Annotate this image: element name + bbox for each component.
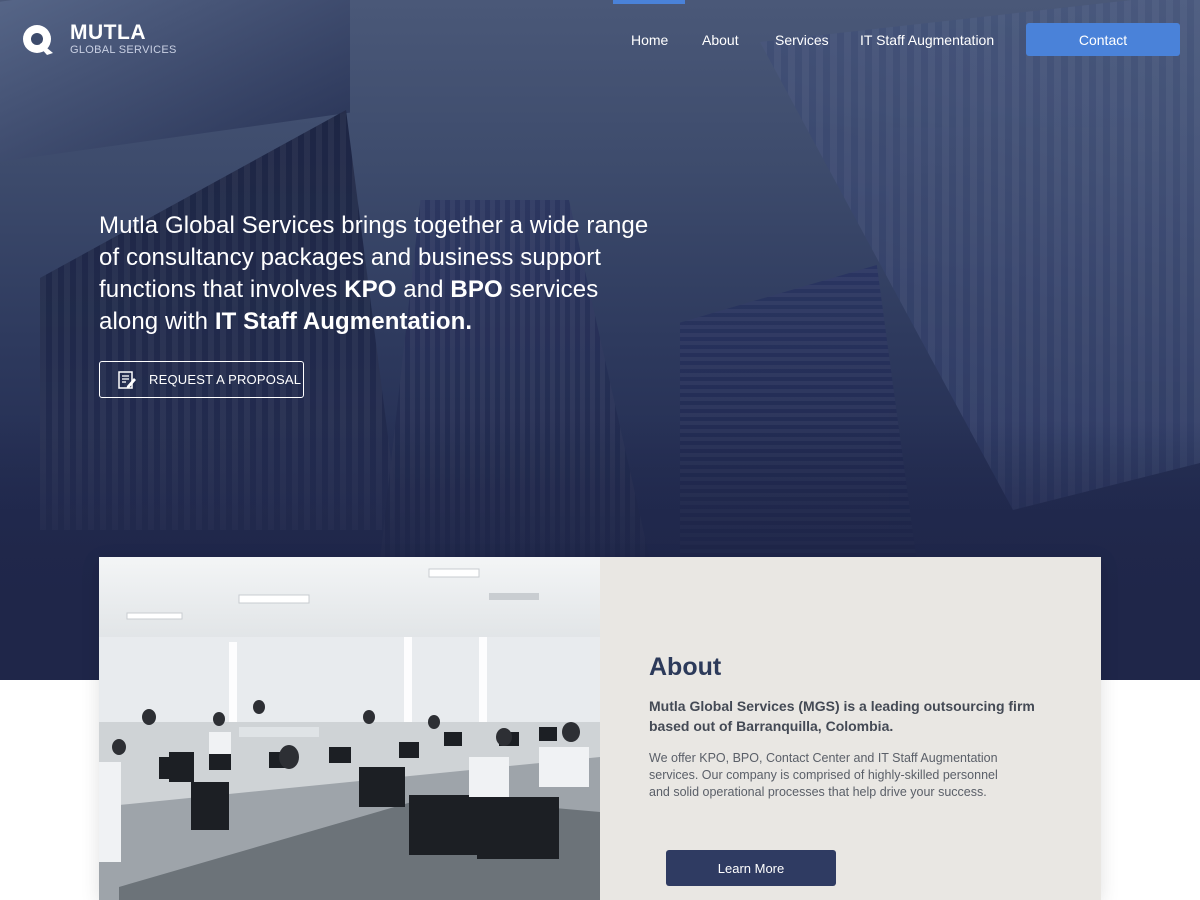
active-nav-indicator [613, 0, 685, 4]
nav-home[interactable]: Home [631, 32, 668, 48]
about-body: We offer KPO, BPO, Contact Center and IT… [649, 751, 998, 799]
about-lead: Mutla Global Services (MGS) is a leading… [649, 698, 1035, 734]
office-illustration [99, 557, 600, 900]
nav-about[interactable]: About [702, 32, 739, 48]
hero-highlight-kpo: KPO [344, 276, 397, 303]
contact-button[interactable]: Contact [1026, 23, 1180, 56]
nav-services[interactable]: Services [775, 32, 829, 48]
office-workspace-photo [99, 557, 600, 900]
hero-highlight-it-staff: IT Staff Augmentation. [214, 308, 473, 335]
hero-headline: Mutla Global Services brings together a … [99, 210, 659, 338]
about-card: About Mutla Global Services (MGS) is a l… [99, 557, 1101, 900]
learn-more-button[interactable]: Learn More [666, 850, 836, 886]
hero-highlight-bpo: BPO [450, 276, 503, 303]
request-proposal-label: REQUEST A PROPOSAL [149, 372, 302, 387]
request-proposal-button[interactable]: REQUEST A PROPOSAL [99, 361, 304, 398]
nav-it-staff-augmentation[interactable]: IT Staff Augmentation [860, 32, 994, 48]
about-panel: About Mutla Global Services (MGS) is a l… [600, 557, 1101, 900]
hero-text: and [396, 276, 451, 303]
edit-document-icon [118, 370, 136, 389]
main-nav: Home About Services IT Staff Augmentatio… [0, 32, 1200, 52]
about-title: About [649, 653, 722, 681]
